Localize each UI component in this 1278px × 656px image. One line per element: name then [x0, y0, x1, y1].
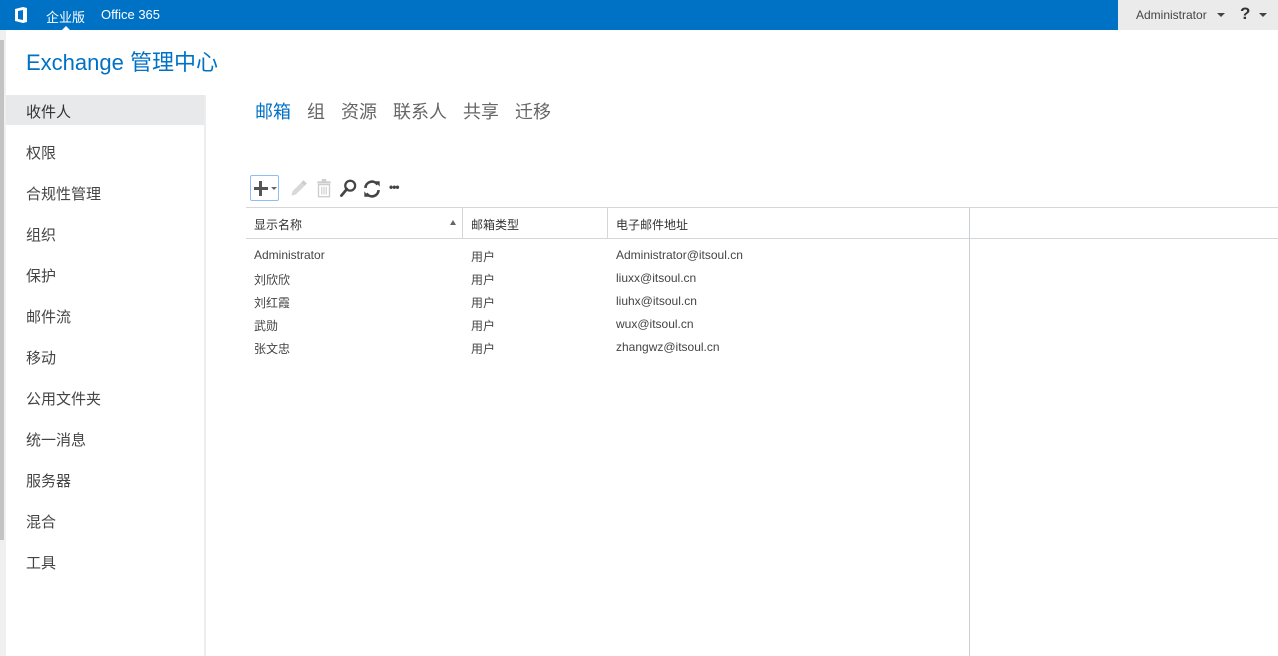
cell-display-name: 张文忠 — [254, 342, 291, 356]
brand-link[interactable]: 企业版 — [46, 7, 85, 26]
cell-display-name: 刘红霞 — [254, 296, 291, 310]
sidebar-item-label: 合规性管理 — [26, 186, 102, 203]
tab-groups[interactable]: 组 — [307, 98, 325, 124]
column-resize-handle[interactable] — [462, 208, 463, 238]
chevron-down-icon[interactable] — [1217, 13, 1225, 17]
sidebar-item-label: 组织 — [26, 227, 57, 244]
sidebar-divider — [204, 95, 206, 656]
table-row[interactable]: 刘欣欣 用户 liuxx@itsoul.cn — [246, 267, 969, 290]
grid-top-border — [246, 207, 1278, 208]
sidebar: 收件人 权限 合规性管理 组织 保护 邮件流 移动 公用文件夹 统一消息 服务器… — [6, 95, 204, 656]
sort-ascending-icon[interactable] — [450, 220, 456, 225]
sidebar-item-mobile[interactable]: 移动 — [6, 341, 204, 371]
details-pane-divider — [969, 208, 970, 656]
office365-link[interactable]: Office 365 — [101, 7, 160, 22]
sidebar-item-servers[interactable]: 服务器 — [6, 464, 204, 494]
search-icon[interactable] — [337, 178, 359, 200]
cell-display-name: 刘欣欣 — [254, 273, 291, 287]
sidebar-item-label: 收件人 — [26, 104, 72, 121]
refresh-icon[interactable] — [361, 178, 383, 200]
sidebar-item-label: 统一消息 — [26, 432, 87, 449]
cell-email: liuxx@itsoul.cn — [616, 271, 697, 285]
cell-email: Administrator@itsoul.cn — [616, 248, 743, 262]
tab-contacts[interactable]: 联系人 — [393, 98, 447, 124]
add-button[interactable] — [250, 175, 279, 201]
cell-email: zhangwz@itsoul.cn — [616, 340, 720, 354]
sidebar-item-label: 权限 — [26, 145, 57, 162]
sidebar-item-tools[interactable]: 工具 — [6, 546, 204, 576]
column-resize-handle[interactable] — [607, 208, 608, 238]
sidebar-item-organization[interactable]: 组织 — [6, 218, 204, 248]
column-header-display-name[interactable]: 显示名称 — [254, 216, 302, 233]
delete-trash-icon[interactable] — [313, 178, 335, 200]
tab-shared[interactable]: 共享 — [463, 98, 499, 124]
more-options-icon[interactable]: ••• — [389, 180, 400, 194]
sidebar-item-unified-messaging[interactable]: 统一消息 — [6, 423, 204, 453]
edit-pencil-icon[interactable] — [287, 178, 309, 200]
chevron-down-icon — [271, 187, 277, 190]
sidebar-item-label: 移动 — [26, 350, 57, 367]
chevron-down-icon[interactable] — [1259, 13, 1267, 17]
cell-mailbox-type: 用户 — [471, 273, 496, 287]
cell-mailbox-type: 用户 — [471, 319, 496, 333]
table-row[interactable]: 刘红霞 用户 liuhx@itsoul.cn — [246, 290, 969, 313]
help-button[interactable]: ? — [1240, 4, 1250, 24]
sidebar-item-label: 邮件流 — [26, 309, 72, 326]
sidebar-item-mail-flow[interactable]: 邮件流 — [6, 300, 204, 330]
cell-display-name: Administrator — [254, 248, 325, 262]
cell-mailbox-type: 用户 — [471, 296, 496, 310]
top-bar: 企业版 Office 365 Administrator ? — [0, 0, 1278, 30]
column-header-email-address[interactable]: 电子邮件地址 — [616, 216, 688, 233]
tab-migration[interactable]: 迁移 — [515, 98, 551, 124]
tab-mailboxes[interactable]: 邮箱 — [255, 98, 291, 124]
cell-display-name: 武勋 — [254, 319, 279, 333]
sidebar-item-compliance[interactable]: 合规性管理 — [6, 177, 204, 207]
cell-email: wux@itsoul.cn — [616, 317, 694, 331]
sidebar-item-protection[interactable]: 保护 — [6, 259, 204, 289]
table-row[interactable]: Administrator 用户 Administrator@itsoul.cn — [246, 244, 969, 267]
user-menu[interactable]: Administrator — [1136, 8, 1207, 22]
table-row[interactable]: 武勋 用户 wux@itsoul.cn — [246, 313, 969, 336]
sidebar-item-permissions[interactable]: 权限 — [6, 136, 204, 166]
user-area: Administrator ? — [1118, 0, 1278, 30]
table-row[interactable]: 张文忠 用户 zhangwz@itsoul.cn — [246, 336, 969, 359]
sidebar-item-label: 混合 — [26, 514, 57, 531]
office-logo-icon[interactable] — [12, 6, 30, 24]
sidebar-item-label: 保护 — [26, 268, 57, 285]
sidebar-item-hybrid[interactable]: 混合 — [6, 505, 204, 535]
sidebar-item-recipients[interactable]: 收件人 — [6, 95, 204, 125]
active-app-indicator — [62, 26, 70, 30]
cell-mailbox-type: 用户 — [471, 342, 496, 356]
grid-header-border — [246, 238, 1278, 239]
column-header-mailbox-type[interactable]: 邮箱类型 — [471, 216, 519, 233]
sidebar-item-label: 工具 — [26, 555, 57, 572]
sidebar-item-public-folders[interactable]: 公用文件夹 — [6, 382, 204, 412]
plus-icon-vertical — [259, 181, 262, 196]
tab-resources[interactable]: 资源 — [341, 98, 377, 124]
scrollbar-thumb[interactable] — [0, 40, 4, 540]
cell-email: liuhx@itsoul.cn — [616, 294, 697, 308]
sidebar-item-label: 服务器 — [26, 473, 72, 490]
page-title: Exchange 管理中心 — [26, 50, 218, 75]
cell-mailbox-type: 用户 — [471, 250, 496, 264]
sidebar-item-label: 公用文件夹 — [26, 391, 102, 408]
